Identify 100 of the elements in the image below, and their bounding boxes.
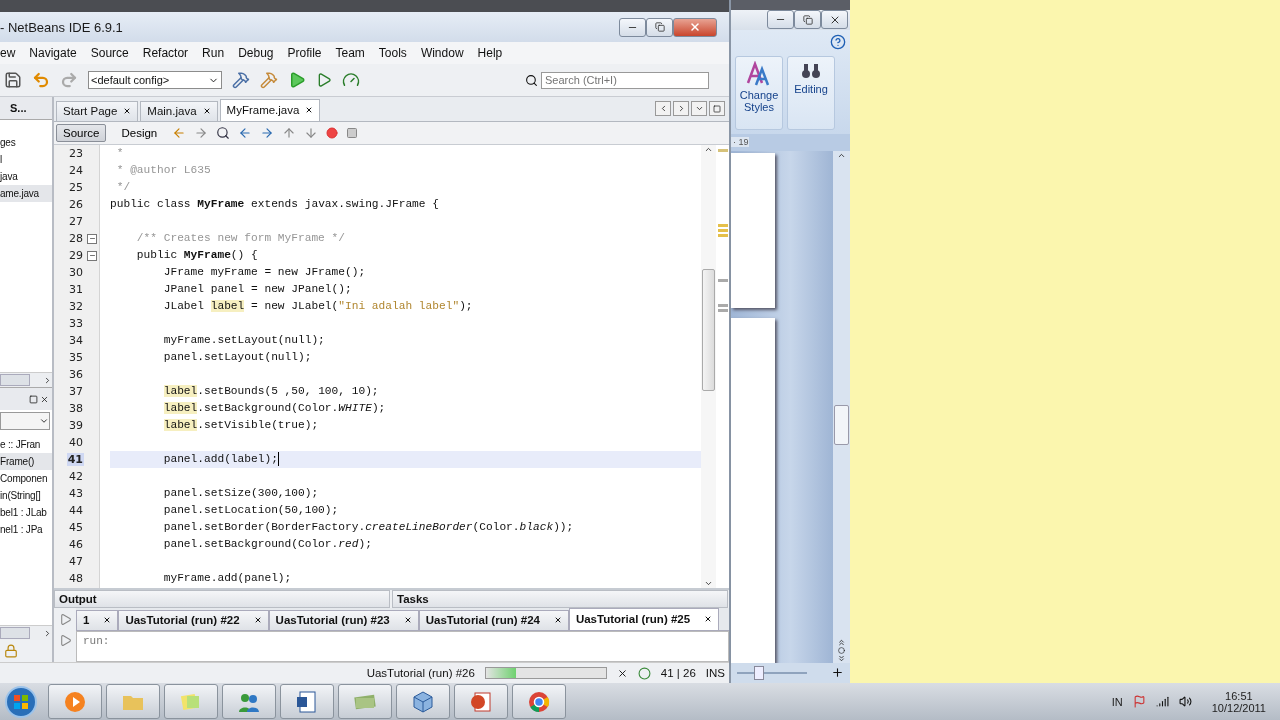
maximize-button[interactable] — [646, 17, 673, 37]
taskbar-button[interactable] — [396, 684, 450, 719]
config-dropdown[interactable]: <default config> — [88, 71, 222, 89]
tree-item[interactable]: ame.java — [0, 185, 52, 202]
ribbon-button[interactable]: Editing — [787, 56, 835, 131]
output-tab[interactable]: UasTutorial (run) #23 — [268, 609, 419, 630]
clean-build-icon[interactable] — [260, 71, 278, 89]
find-next-icon[interactable] — [260, 125, 275, 140]
taskbar-button[interactable] — [280, 684, 334, 719]
forward-icon[interactable] — [194, 125, 209, 140]
find-icon[interactable] — [216, 125, 231, 140]
menu-item[interactable]: Refactor — [142, 46, 189, 60]
shift-up-icon[interactable] — [282, 125, 297, 140]
navigator-item[interactable]: Frame() — [0, 453, 52, 470]
close-icon[interactable] — [403, 616, 412, 625]
next-page-icon[interactable] — [837, 653, 846, 663]
cancel-icon[interactable] — [616, 667, 628, 679]
taskbar-button[interactable] — [222, 684, 276, 719]
menu-item[interactable]: Help — [477, 46, 503, 60]
vertical-scrollbar[interactable] — [833, 150, 850, 663]
profile-icon[interactable] — [342, 71, 360, 89]
close-icon[interactable] — [40, 394, 49, 404]
scroll-left-button[interactable] — [655, 101, 671, 117]
previous-page-icon[interactable] — [837, 637, 846, 647]
output-tab[interactable]: UasTutorial (run) #22 — [118, 609, 269, 630]
editor-tab[interactable]: Start Page — [56, 100, 139, 121]
navigator-item[interactable]: in(String[] — [0, 487, 52, 504]
save-all-icon[interactable] — [4, 71, 22, 89]
navigator-item[interactable]: nel1 : JPa — [0, 521, 52, 538]
volume-icon[interactable] — [1178, 695, 1192, 708]
editor-tab[interactable]: MyFrame.java — [219, 98, 321, 121]
menu-item[interactable]: Profile — [287, 46, 322, 60]
menu-item[interactable]: ew — [0, 46, 16, 60]
undo-icon[interactable] — [32, 71, 50, 89]
view-tab[interactable]: Design — [114, 123, 165, 142]
ribbon-button[interactable]: Change Styles — [735, 56, 783, 131]
scroll-right-button[interactable] — [673, 101, 689, 117]
close-icon[interactable] — [253, 616, 262, 625]
taskbar-button[interactable] — [454, 684, 508, 719]
scrollbar-thumb[interactable] — [834, 404, 849, 445]
output-tab[interactable]: 1 — [76, 609, 119, 630]
annotation-mark[interactable] — [717, 308, 728, 312]
panel-title[interactable]: Output — [54, 589, 390, 608]
annotation-mark[interactable] — [717, 303, 728, 307]
menu-item[interactable]: Navigate — [29, 46, 77, 60]
navigator-item[interactable]: bel1 : JLab — [0, 504, 52, 521]
menu-item[interactable]: Source — [90, 46, 129, 60]
tree-item[interactable]: java — [0, 168, 52, 185]
debug-icon[interactable] — [316, 72, 332, 88]
navigator-dropdown[interactable] — [0, 412, 50, 430]
annotation-mark[interactable] — [717, 278, 728, 282]
maximize-button[interactable] — [709, 101, 725, 117]
close-icon[interactable] — [704, 615, 713, 624]
panel-title[interactable]: Tasks — [392, 589, 728, 608]
menu-item[interactable]: Team — [335, 46, 365, 60]
zoom-in-icon[interactable] — [831, 666, 844, 680]
navigator-item[interactable]: e :: JFran — [0, 436, 52, 453]
horizontal-scrollbar[interactable] — [0, 372, 52, 387]
clock[interactable]: 16:51 10/12/2011 — [1211, 689, 1266, 714]
minimize-button[interactable] — [619, 17, 646, 37]
close-icon[interactable] — [103, 616, 112, 625]
fold-icon[interactable] — [87, 250, 97, 261]
help-icon[interactable] — [830, 34, 846, 51]
horizontal-scrollbar[interactable] — [0, 625, 52, 640]
search-icon[interactable] — [525, 73, 538, 87]
language-indicator[interactable]: IN — [1111, 695, 1123, 708]
signal-icon[interactable] — [1155, 695, 1169, 708]
rerun-icon[interactable] — [58, 612, 72, 626]
panel-tab[interactable]: S... — [0, 97, 52, 120]
maximize-button[interactable] — [794, 10, 821, 29]
redo-icon[interactable] — [60, 71, 78, 89]
menu-item[interactable]: Window — [420, 46, 464, 60]
navigator-item[interactable]: Componen — [0, 470, 52, 487]
start-button[interactable] — [4, 684, 38, 719]
close-icon[interactable] — [553, 616, 562, 625]
close-icon[interactable] — [305, 106, 314, 115]
stop-icon[interactable] — [346, 126, 359, 139]
scrollbar-thumb[interactable] — [702, 268, 715, 391]
close-icon[interactable] — [202, 107, 211, 116]
restore-icon[interactable] — [29, 394, 38, 404]
close-button[interactable] — [821, 10, 848, 29]
lock-icon[interactable] — [4, 644, 18, 658]
output-tab[interactable]: UasTutorial (run) #24 — [418, 609, 569, 630]
taskbar-button[interactable] — [512, 684, 566, 719]
fold-icon[interactable] — [87, 233, 97, 244]
view-tab[interactable]: Source — [56, 123, 107, 142]
hammer-icon[interactable] — [232, 71, 250, 89]
minimize-button[interactable] — [767, 10, 794, 29]
rerun-icon[interactable] — [58, 633, 72, 647]
run-icon[interactable] — [288, 71, 306, 89]
back-icon[interactable] — [172, 125, 187, 140]
flag-icon[interactable] — [1132, 695, 1146, 708]
tree-item[interactable]: l — [0, 151, 52, 168]
tree-item[interactable]: ges — [0, 134, 52, 151]
menu-item[interactable]: Tools — [378, 46, 407, 60]
menu-item[interactable]: Run — [202, 46, 225, 60]
editor-tab[interactable]: Main.java — [140, 100, 218, 121]
menu-item[interactable]: Debug — [238, 46, 274, 60]
record-icon[interactable] — [326, 126, 339, 139]
close-icon[interactable] — [123, 107, 132, 116]
